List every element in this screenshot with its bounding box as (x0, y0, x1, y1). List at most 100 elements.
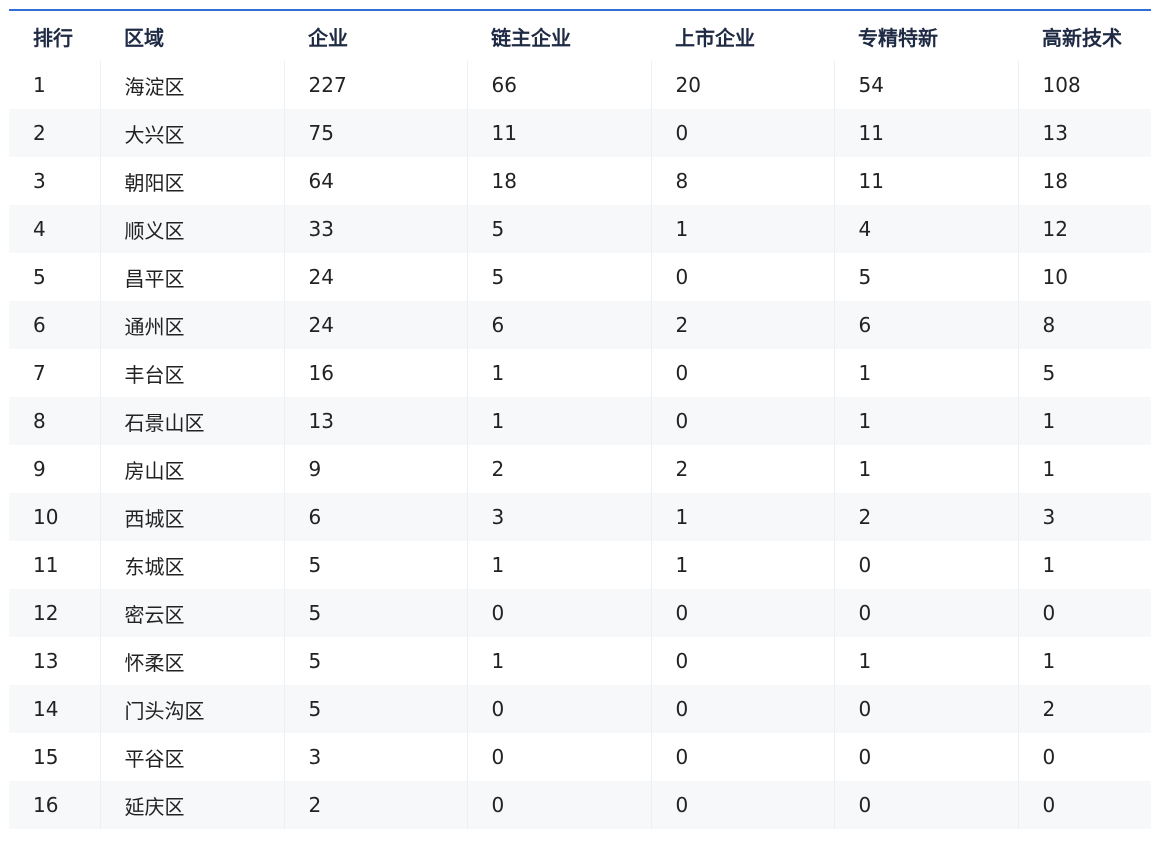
table-row[interactable]: 8 石景山区 13 1 0 1 1 (9, 397, 1151, 445)
rank-cell: 2 (9, 109, 100, 157)
table-row[interactable]: 12 密云区 5 0 0 0 0 (9, 589, 1151, 637)
rank-cell: 3 (9, 157, 100, 205)
listed-cell: 0 (650, 589, 834, 637)
enterprises-cell: 5 (283, 589, 467, 637)
header-enterprises[interactable]: 企业 (284, 10, 467, 61)
table-row[interactable]: 16 延庆区 2 0 0 0 0 (9, 781, 1151, 829)
chain-leaders-cell: 1 (466, 349, 651, 397)
enterprises-cell: 16 (283, 349, 467, 397)
chain-leaders-cell: 1 (466, 541, 651, 589)
enterprises-cell: 6 (283, 493, 467, 541)
enterprises-cell: 9 (283, 445, 467, 493)
header-chain-leaders[interactable]: 链主企业 (467, 10, 651, 61)
high-tech-cell: 0 (1017, 781, 1151, 829)
listed-cell: 8 (650, 157, 834, 205)
listed-cell: 0 (650, 781, 834, 829)
high-tech-cell: 18 (1017, 157, 1151, 205)
listed-cell: 1 (650, 205, 834, 253)
rank-cell: 12 (9, 589, 100, 637)
district-cell: 通州区 (99, 301, 284, 349)
listed-cell: 1 (650, 541, 834, 589)
header-high-tech[interactable]: 高新技术 (1018, 10, 1151, 61)
chain-leaders-cell: 6 (466, 301, 651, 349)
high-tech-cell: 0 (1017, 589, 1151, 637)
enterprises-cell: 64 (283, 157, 467, 205)
rank-cell: 10 (9, 493, 100, 541)
chain-leaders-cell: 1 (466, 397, 651, 445)
table-row[interactable]: 3 朝阳区 64 18 8 11 18 (9, 157, 1151, 205)
high-tech-cell: 5 (1017, 349, 1151, 397)
district-cell: 大兴区 (99, 109, 284, 157)
enterprises-cell: 24 (283, 301, 467, 349)
table-header: 排行 区域 企业 链主企业 上市企业 专精特新 高新技术 (9, 10, 1151, 61)
chain-leaders-cell: 2 (466, 445, 651, 493)
chain-leaders-cell: 18 (466, 157, 651, 205)
table-row[interactable]: 5 昌平区 24 5 0 5 10 (9, 253, 1151, 301)
specialized-cell: 4 (833, 205, 1018, 253)
rank-cell: 4 (9, 205, 100, 253)
district-cell: 昌平区 (99, 253, 284, 301)
specialized-cell: 6 (833, 301, 1018, 349)
table-row[interactable]: 11 东城区 5 1 1 0 1 (9, 541, 1151, 589)
rank-cell: 11 (9, 541, 100, 589)
district-ranking-table: 排行 区域 企业 链主企业 上市企业 专精特新 高新技术 1 海淀区 227 66 20… (9, 9, 1151, 829)
table-body: 1 海淀区 227 66 20 54 108 2 大兴区 75 11 0 11 13 3 朝阳区 64 18 8 11… (9, 61, 1151, 829)
chain-leaders-cell: 5 (466, 205, 651, 253)
chain-leaders-cell: 0 (466, 781, 651, 829)
table-row[interactable]: 6 通州区 24 6 2 6 8 (9, 301, 1151, 349)
district-cell: 房山区 (99, 445, 284, 493)
specialized-cell: 0 (833, 781, 1018, 829)
chain-leaders-cell: 5 (466, 253, 651, 301)
chain-leaders-cell: 1 (466, 637, 651, 685)
district-cell: 门头沟区 (99, 685, 284, 733)
table-row[interactable]: 1 海淀区 227 66 20 54 108 (9, 61, 1151, 109)
district-cell: 密云区 (99, 589, 284, 637)
specialized-cell: 1 (833, 349, 1018, 397)
high-tech-cell: 2 (1017, 685, 1151, 733)
district-cell: 海淀区 (99, 61, 284, 109)
high-tech-cell: 3 (1017, 493, 1151, 541)
listed-cell: 2 (650, 445, 834, 493)
specialized-cell: 1 (833, 397, 1018, 445)
listed-cell: 0 (650, 109, 834, 157)
specialized-cell: 11 (833, 109, 1018, 157)
rank-cell: 7 (9, 349, 100, 397)
header-district[interactable]: 区域 (100, 10, 284, 61)
specialized-cell: 11 (833, 157, 1018, 205)
specialized-cell: 2 (833, 493, 1018, 541)
listed-cell: 1 (650, 493, 834, 541)
enterprises-cell: 5 (283, 637, 467, 685)
rank-cell: 15 (9, 733, 100, 781)
chain-leaders-cell: 0 (466, 589, 651, 637)
listed-cell: 0 (650, 253, 834, 301)
listed-cell: 0 (650, 685, 834, 733)
district-cell: 西城区 (99, 493, 284, 541)
enterprises-cell: 5 (283, 541, 467, 589)
specialized-cell: 0 (833, 589, 1018, 637)
chain-leaders-cell: 11 (466, 109, 651, 157)
district-cell: 延庆区 (99, 781, 284, 829)
rank-cell: 5 (9, 253, 100, 301)
listed-cell: 0 (650, 637, 834, 685)
district-cell: 东城区 (99, 541, 284, 589)
header-listed[interactable]: 上市企业 (651, 10, 834, 61)
header-specialized[interactable]: 专精特新 (834, 10, 1018, 61)
chain-leaders-cell: 3 (466, 493, 651, 541)
specialized-cell: 0 (833, 541, 1018, 589)
table-row[interactable]: 7 丰台区 16 1 0 1 5 (9, 349, 1151, 397)
table-row[interactable]: 4 顺义区 33 5 1 4 12 (9, 205, 1151, 253)
table-row[interactable]: 2 大兴区 75 11 0 11 13 (9, 109, 1151, 157)
header-row: 排行 区域 企业 链主企业 上市企业 专精特新 高新技术 (9, 10, 1151, 61)
rank-cell: 8 (9, 397, 100, 445)
specialized-cell: 5 (833, 253, 1018, 301)
district-cell: 平谷区 (99, 733, 284, 781)
rank-cell: 13 (9, 637, 100, 685)
table-row[interactable]: 10 西城区 6 3 1 2 3 (9, 493, 1151, 541)
table-row[interactable]: 13 怀柔区 5 1 0 1 1 (9, 637, 1151, 685)
table-row[interactable]: 14 门头沟区 5 0 0 0 2 (9, 685, 1151, 733)
table-row[interactable]: 15 平谷区 3 0 0 0 0 (9, 733, 1151, 781)
high-tech-cell: 1 (1017, 445, 1151, 493)
enterprises-cell: 13 (283, 397, 467, 445)
table-row[interactable]: 9 房山区 9 2 2 1 1 (9, 445, 1151, 493)
header-rank[interactable]: 排行 (9, 10, 100, 61)
